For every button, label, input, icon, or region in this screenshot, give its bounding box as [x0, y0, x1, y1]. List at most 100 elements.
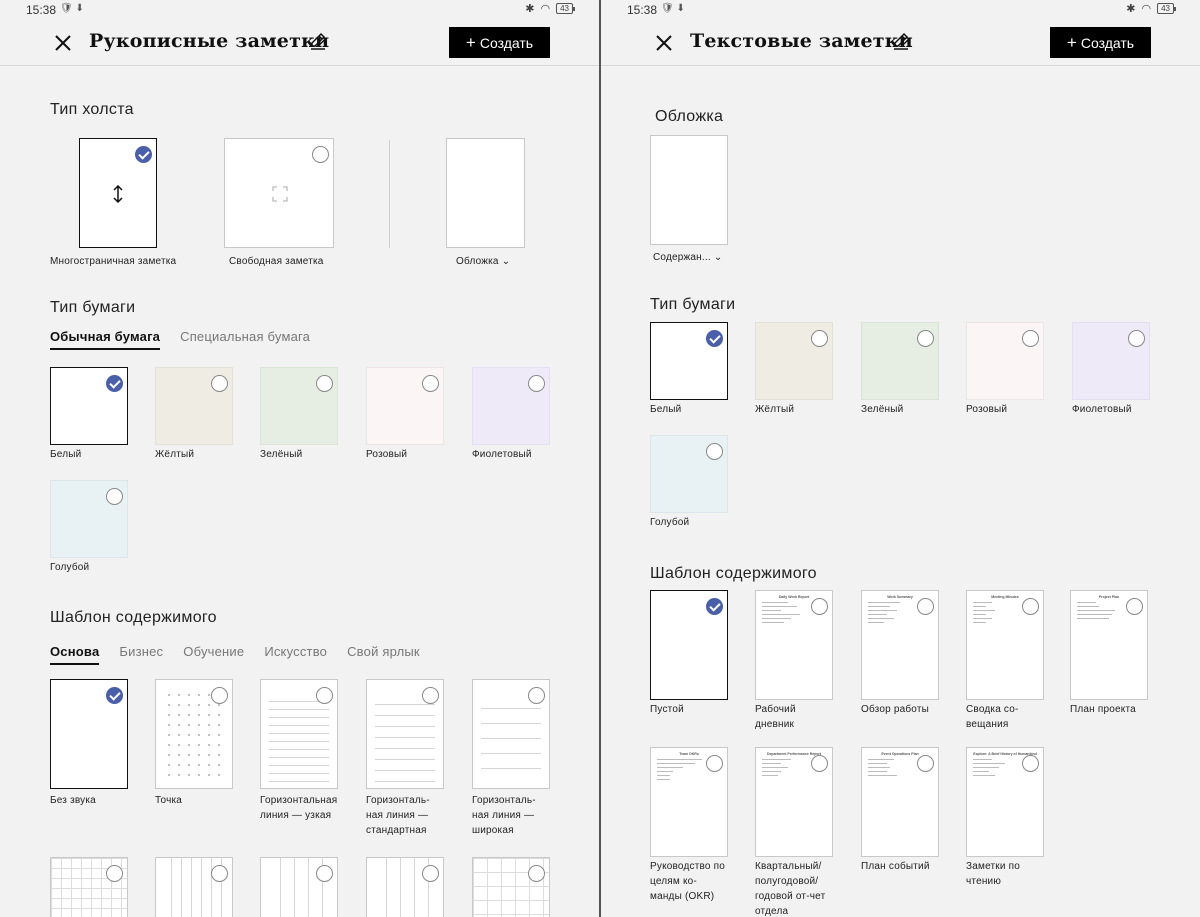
close-icon[interactable]: [653, 32, 675, 54]
radio-icon: [528, 687, 545, 704]
template-dots[interactable]: [155, 679, 233, 789]
template-label: Горизонталь-ная линия — широкая: [472, 795, 536, 836]
selected-check-icon: [706, 598, 723, 615]
bluetooth-icon: ✱: [525, 3, 535, 15]
paper-color-purple[interactable]: [472, 367, 550, 445]
paper-color-label: Фиолетовый: [1072, 404, 1132, 415]
radio-icon: [917, 598, 934, 615]
notification-icons: 🛡 ⬇: [60, 3, 84, 14]
paper-color-white[interactable]: [650, 322, 728, 400]
paper-color-pink[interactable]: [966, 322, 1044, 400]
template-label: Заметки по чтению: [966, 861, 1021, 887]
template-label: Рабочий дневник: [755, 704, 796, 730]
selected-check-icon: [106, 687, 123, 704]
template-label: Обзор работы: [861, 704, 930, 715]
template-meeting-minutes[interactable]: Meeting Minutes: [966, 590, 1044, 700]
paper-color-label: Жёлтый: [155, 449, 195, 460]
chevron-down-icon: ⌄: [713, 252, 723, 263]
paper-color-label: Розовый: [366, 449, 408, 460]
template-project-plan[interactable]: Project Plan: [1070, 590, 1148, 700]
template-vertical-lines-wide[interactable]: [260, 857, 338, 917]
radio-icon: [528, 865, 545, 882]
paper-color-yellow[interactable]: [155, 367, 233, 445]
template-grid-large[interactable]: [472, 857, 550, 917]
create-button[interactable]: + Создать: [449, 27, 550, 58]
battery-icon: 43: [556, 3, 575, 14]
radio-icon: [811, 598, 828, 615]
template-columns[interactable]: [366, 857, 444, 917]
close-icon[interactable]: [52, 32, 74, 54]
template-team-okrs[interactable]: Team OKRs: [650, 747, 728, 857]
wifi-icon: ◠: [540, 3, 551, 15]
template-grid-small[interactable]: [50, 857, 128, 917]
radio-icon: [1128, 330, 1145, 347]
paper-color-label: Белый: [50, 449, 82, 460]
tab-regular-paper[interactable]: Обычная бумага: [50, 329, 161, 350]
radio-icon: [211, 865, 228, 882]
paper-color-pink[interactable]: [366, 367, 444, 445]
paper-color-purple[interactable]: [1072, 322, 1150, 400]
edit-title-icon[interactable]: [309, 32, 327, 50]
paper-color-label: Зелёный: [861, 404, 904, 415]
template-department-report[interactable]: Department Performance Report: [755, 747, 833, 857]
cover-dropdown[interactable]: Обложка ⌄: [456, 254, 510, 269]
vertical-scroll-icon: [113, 185, 123, 203]
status-bar: 15:38 🛡 ⬇ ✱ ◠ 43: [601, 0, 1200, 20]
template-daily-report[interactable]: Daily Work Report: [755, 590, 833, 700]
paper-color-label: Фиолетовый: [472, 449, 532, 460]
content-template-title: Шаблон содержимого: [50, 609, 217, 626]
header: Текстовые заметки + Создать: [601, 20, 1200, 66]
tab-basic[interactable]: Основа: [50, 644, 100, 665]
radio-icon: [917, 330, 934, 347]
template-lines-narrow[interactable]: [260, 679, 338, 789]
paper-color-blue[interactable]: [650, 435, 728, 513]
paper-color-yellow[interactable]: [755, 322, 833, 400]
expand-icon: [272, 186, 288, 202]
status-time: 15:38: [627, 3, 658, 17]
content-template-title: Шаблон содержимого: [650, 565, 817, 582]
selected-check-icon: [706, 330, 723, 347]
radio-icon: [422, 865, 439, 882]
tab-education[interactable]: Обучение: [183, 644, 244, 665]
radio-icon: [811, 330, 828, 347]
template-reading-notes[interactable]: Explore: A Brief History of Humankind: [966, 747, 1044, 857]
edit-title-icon[interactable]: [892, 32, 910, 50]
radio-icon: [316, 865, 333, 882]
tab-business[interactable]: Бизнес: [119, 644, 163, 665]
radio-icon: [1022, 755, 1039, 772]
cover-dropdown[interactable]: Содержан... ⌄: [653, 250, 722, 265]
tab-art[interactable]: Искусство: [264, 644, 327, 665]
canvas-multipage-card[interactable]: [79, 138, 157, 248]
tab-special-paper[interactable]: Специальная бумага: [180, 329, 310, 350]
paper-color-green[interactable]: [260, 367, 338, 445]
paper-color-label: Белый: [650, 404, 682, 415]
cover-card[interactable]: [650, 135, 728, 245]
radio-icon: [1022, 598, 1039, 615]
paper-color-green[interactable]: [861, 322, 939, 400]
template-work-summary[interactable]: Work Summary: [861, 590, 939, 700]
battery-icon: 43: [1157, 3, 1176, 14]
radio-icon: [422, 375, 439, 392]
paper-type-tabs: Обычная бумага Специальная бумага: [50, 329, 330, 350]
radio-icon: [316, 687, 333, 704]
radio-icon: [528, 375, 545, 392]
template-lines-standard[interactable]: [366, 679, 444, 789]
paper-color-white[interactable]: [50, 367, 128, 445]
paper-color-blue[interactable]: [50, 480, 128, 558]
template-empty[interactable]: [650, 590, 728, 700]
radio-icon: [422, 687, 439, 704]
status-time: 15:38: [26, 3, 57, 17]
radio-icon: [706, 443, 723, 460]
create-button[interactable]: + Создать: [1050, 27, 1151, 58]
template-vertical-lines[interactable]: [155, 857, 233, 917]
plus-icon: +: [1066, 33, 1077, 52]
template-lines-wide[interactable]: [472, 679, 550, 789]
canvas-free-card[interactable]: [224, 138, 334, 248]
template-event-plan[interactable]: Event Operations Plan: [861, 747, 939, 857]
canvas-type-title: Тип холста: [50, 101, 134, 118]
cover-card[interactable]: [446, 138, 525, 248]
tab-custom-label[interactable]: Свой ярлык: [347, 644, 420, 665]
chevron-down-icon: ⌄: [501, 256, 511, 267]
canvas-multipage-label: Многостраничная заметка: [50, 256, 177, 267]
template-blank[interactable]: [50, 679, 128, 789]
